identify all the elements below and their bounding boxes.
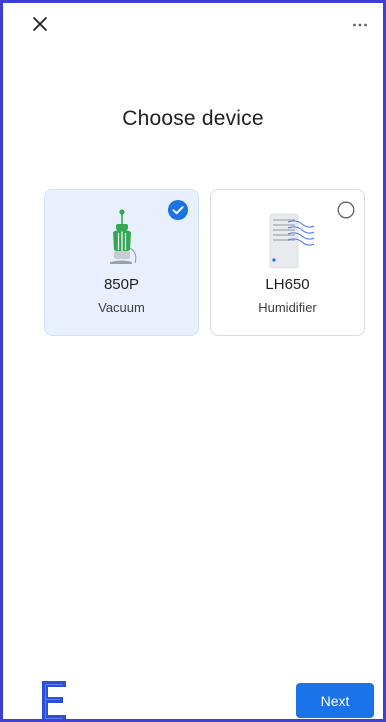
vacuum-icon bbox=[109, 209, 136, 264]
check-circle-icon bbox=[168, 200, 188, 220]
device-card-vacuum[interactable]: 850P Vacuum bbox=[44, 189, 199, 336]
app-screen: Choose device 850P Vacuum LH650 Humidifi… bbox=[0, 0, 386, 722]
radio-unchecked-icon bbox=[337, 201, 355, 219]
device-card-humidifier[interactable]: LH650 Humidifier bbox=[210, 189, 365, 336]
device-type-label: Humidifier bbox=[258, 300, 317, 315]
brand-logo bbox=[42, 681, 66, 719]
page-title: Choose device bbox=[122, 107, 264, 130]
more-horizontal-icon bbox=[353, 23, 367, 27]
close-button[interactable] bbox=[29, 13, 51, 35]
device-type-label: Vacuum bbox=[98, 300, 145, 315]
device-model-label: LH650 bbox=[265, 276, 310, 293]
more-options-button[interactable] bbox=[349, 17, 371, 33]
close-icon bbox=[33, 17, 47, 31]
device-model-label: 850P bbox=[103, 276, 140, 293]
humidifier-icon bbox=[269, 213, 314, 269]
next-button[interactable]: Next bbox=[296, 683, 374, 718]
